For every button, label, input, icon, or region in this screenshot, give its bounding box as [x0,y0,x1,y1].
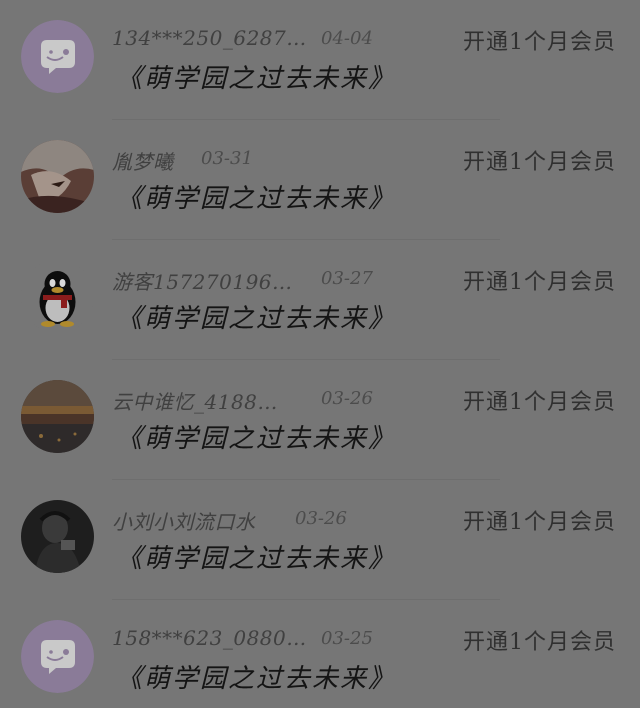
list-item[interactable]: 134***250_6287… 04-04 开通1个月会员 《萌学园之过去未来》 [0,0,640,120]
book-title[interactable]: 《萌学园之过去未来》 [116,658,396,695]
list-item[interactable]: 游客157270196… 03-27 开通1个月会员 《萌学园之过去未来》 [0,240,640,360]
list-item[interactable]: 158***623_0880… 03-25 开通1个月会员 《萌学园之过去未来》 [0,600,640,708]
date: 03-26 [295,508,347,529]
book-title[interactable]: 《萌学园之过去未来》 [116,538,396,575]
user-name: 小刘小刘流口水 [112,510,256,534]
action-text: 开通1个月会员 [463,270,616,295]
list-item[interactable]: 云中谁忆_4188… 03-26 开通1个月会员 《萌学园之过去未来》 [0,360,640,480]
date: 03-27 [321,268,373,289]
action-text: 开通1个月会员 [463,150,616,175]
user-name: 158***623_0880… [112,626,307,650]
book-title[interactable]: 《萌学园之过去未来》 [116,418,396,455]
member-activity-list: 134***250_6287… 04-04 开通1个月会员 《萌学园之过去未来》… [0,0,640,708]
list-item[interactable]: 胤梦曦 03-31 开通1个月会员 《萌学园之过去未来》 [0,120,640,240]
qq-penguin-icon[interactable] [21,260,94,333]
list-item[interactable]: 小刘小刘流口水 03-26 开通1个月会员 《萌学园之过去未来》 [0,480,640,600]
anime-character-photo[interactable] [21,140,94,213]
user-name: 云中谁忆_4188… [112,390,278,414]
user-name: 134***250_6287… [112,26,307,50]
sunset-landscape-photo[interactable] [21,380,94,453]
date: 03-25 [321,628,373,649]
user-name: 游客157270196… [112,270,293,294]
action-text: 开通1个月会员 [463,30,616,55]
date: 03-26 [321,388,373,409]
date: 04-04 [321,28,373,49]
action-text: 开通1个月会员 [463,630,616,655]
action-text: 开通1个月会员 [463,510,616,535]
person-photo[interactable] [21,500,94,573]
user-name: 胤梦曦 [112,150,174,174]
book-title[interactable]: 《萌学园之过去未来》 [116,58,396,95]
book-title[interactable]: 《萌学园之过去未来》 [116,178,396,215]
book-title[interactable]: 《萌学园之过去未来》 [116,298,396,335]
action-text: 开通1个月会员 [463,390,616,415]
date: 03-31 [201,148,253,169]
chat-bubble-icon[interactable] [21,20,94,93]
chat-bubble-icon[interactable] [21,620,94,693]
